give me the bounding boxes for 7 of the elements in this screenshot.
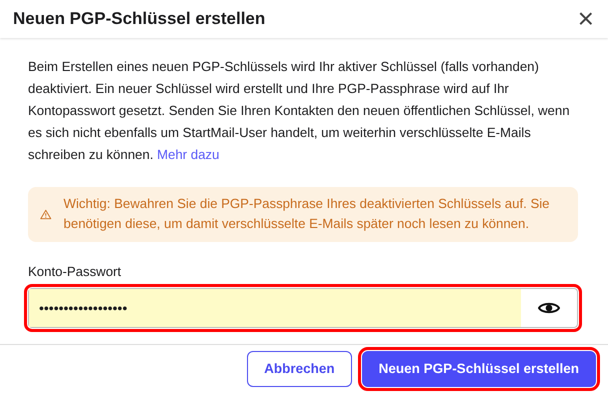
close-button[interactable]: × — [578, 5, 594, 33]
dialog-title: Neuen PGP-Schlüssel erstellen — [13, 8, 266, 30]
cancel-button[interactable]: Abbrechen — [247, 350, 352, 387]
field-label: Konto-Passwort — [28, 263, 122, 281]
more-link[interactable]: Mehr dazu — [157, 147, 220, 162]
warning-text: Wichtig: Bewahren Sie die PGP-Passphrase Ihres deaktivierten Schlüssels auf. Sie benötigen diese, um damit verschlüsselte E-Mails später noch lesen zu können. — [64, 195, 551, 233]
intro-paragraph: Beim Erstellen eines neuen PGP-Schlüssels wird Ihr aktiver Schlüssel (falls vorhanden) deaktiviert. Ein neuer Schlüssel wird erstellt und Ihre PGP-Passphrase wird auf Ihr Kontopasswort gesetzt. Senden Sie Ihren Kontakten den neuen öffentlichen Schlüssel, wenn es sich nicht ebenfalls um StartMail-User handelt, um weiterhin verschlüsselte E-Mails schreiben zu können. Mehr dazu — [28, 58, 571, 164]
